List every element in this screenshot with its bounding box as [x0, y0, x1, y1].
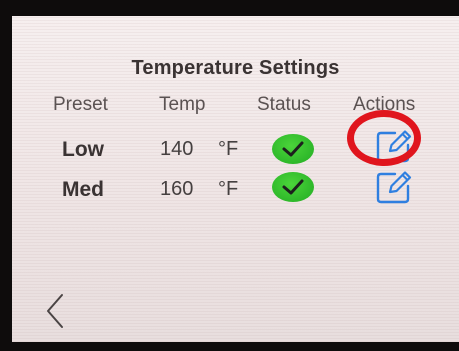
column-header-temp: Temp [159, 94, 206, 115]
temperature-unit: °F [218, 178, 239, 200]
chevron-left-icon [47, 294, 63, 328]
highlight-circle [347, 110, 421, 166]
column-header-preset: Preset [53, 94, 108, 115]
temperature-unit: °F [218, 138, 239, 160]
temperature-value: 140 [160, 138, 194, 160]
checkmark-icon [272, 172, 314, 202]
touchscreen-display: Temperature Settings Preset Temp Status … [12, 16, 459, 342]
column-header-status: Status [257, 94, 311, 115]
edit-pencil-icon [376, 171, 412, 204]
page-title: Temperature Settings [131, 57, 340, 79]
checkmark-icon [272, 134, 314, 164]
temperature-value: 160 [160, 178, 194, 200]
preset-name: Low [62, 138, 104, 161]
edit-button[interactable] [375, 169, 415, 205]
preset-name: Med [62, 178, 104, 201]
back-button[interactable] [42, 291, 70, 331]
